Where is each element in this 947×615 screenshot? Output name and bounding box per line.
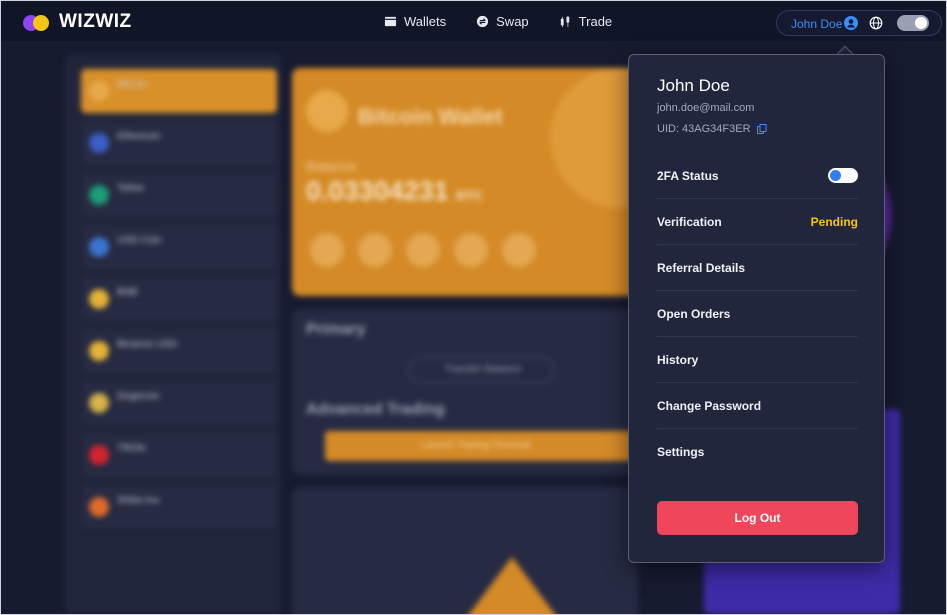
deposit-button[interactable] [310, 233, 344, 267]
profile-uid: UID: 43AG34F3ER [657, 123, 767, 135]
menu-item-2fa-status[interactable]: 2FA Status [657, 153, 858, 199]
menu-item-label: Open Orders [657, 306, 731, 321]
coin-row-bitcoin[interactable]: Bitcoin [81, 69, 277, 113]
coin-row-tether[interactable]: Tether [81, 173, 277, 217]
price-chart-area [452, 557, 572, 614]
coin-name: Binance USD [117, 339, 178, 350]
user-circle-icon[interactable] [844, 16, 858, 30]
coin-row-tron[interactable]: TRON [81, 433, 277, 477]
coin-name: Tether [117, 183, 145, 194]
main-nav: Wallets Swap Trade [384, 14, 612, 29]
brand-name: WIZWIZ [59, 11, 132, 32]
profile-email: john.doe@mail.com [657, 102, 755, 114]
tether-icon [89, 185, 109, 205]
balance-value: 0.03304231 BTC [306, 176, 483, 207]
coin-name: Bitcoin [117, 79, 148, 90]
bitcoin-wallet-card: Bitcoin Wallet Balance 0.03304231 BTC [292, 68, 690, 296]
nav-trade-label: Trade [578, 14, 613, 29]
launch-label: Launch Trading Terminal [421, 440, 531, 451]
wizwiz-logo-icon [23, 12, 53, 32]
primary-balance-card: Primary Transfer Balance Advanced Tradin… [292, 309, 645, 475]
coin-name: Shiba Inu [117, 495, 160, 506]
nav-wallets[interactable]: Wallets [384, 14, 446, 29]
log-out-button[interactable]: Log Out [657, 501, 858, 535]
brand-logo[interactable]: WIZWIZ [23, 11, 132, 33]
menu-item-label: Verification [657, 214, 722, 229]
bitcoin-icon [89, 81, 109, 101]
coin-row-bnb[interactable]: BNB [81, 277, 277, 321]
top-navbar: WIZWIZ Wallets Swap Trade John Doe [1, 1, 946, 41]
nav-swap-label: Swap [496, 14, 529, 29]
nav-trade[interactable]: Trade [559, 14, 612, 29]
coin-name: BNB [117, 287, 138, 298]
menu-item-settings[interactable]: Settings [657, 429, 858, 475]
menu-item-label: 2FA Status [657, 168, 719, 183]
send-button[interactable] [502, 233, 536, 267]
menu-item-label: Referral Details [657, 260, 746, 275]
coin-row-ethereum[interactable]: Ethereum [81, 121, 277, 165]
balance-amount: 0.03304231 [306, 176, 449, 206]
menu-item-change-password[interactable]: Change Password [657, 383, 858, 429]
sell-button[interactable] [454, 233, 488, 267]
coin-list-panel: Bitcoin Ethereum Tether USD Coin BNB Bin… [65, 55, 281, 614]
primary-label: Primary [306, 321, 366, 338]
binance-usd-icon [89, 341, 109, 361]
bitcoin-icon [306, 90, 348, 132]
buy-button[interactable] [406, 233, 440, 267]
verification-status-badge: Pending [810, 214, 858, 229]
globe-icon[interactable] [869, 16, 883, 30]
menu-item-referral-details[interactable]: Referral Details [657, 245, 858, 291]
launch-trading-terminal-button[interactable]: Launch Trading Terminal [325, 431, 645, 461]
2fa-toggle[interactable] [828, 168, 858, 183]
wallet-title: Bitcoin Wallet [358, 104, 503, 129]
coin-row-shiba-inu[interactable]: Shiba Inu [81, 485, 277, 529]
dogecoin-icon [89, 393, 109, 413]
bnb-icon [89, 289, 109, 309]
coin-row-binance-usd[interactable]: Binance USD [81, 329, 277, 373]
coin-name: Dogecoin [117, 391, 160, 402]
user-menu-button[interactable]: John Doe [791, 17, 842, 31]
candlestick-icon [560, 15, 569, 28]
menu-item-label: Settings [657, 445, 705, 459]
transfer-label: Transfer Balance [445, 364, 521, 375]
shiba-inu-icon [89, 497, 109, 517]
swap-button[interactable] [358, 233, 392, 267]
transfer-balance-button[interactable]: Transfer Balance [408, 357, 554, 383]
swap-icon [477, 15, 489, 28]
menu-item-label: Change Password [657, 398, 762, 413]
theme-toggle[interactable] [897, 15, 929, 31]
coin-name: USD Coin [117, 235, 162, 246]
coin-name: Ethereum [117, 131, 161, 142]
user-dropdown-menu: John Doe john.doe@mail.com UID: 43AG34F3… [628, 54, 885, 563]
user-menu-pill: John Doe [776, 10, 942, 36]
coin-row-usd-coin[interactable]: USD Coin [81, 225, 277, 269]
balance-unit: BTC [456, 188, 483, 203]
sun-icon [915, 17, 927, 29]
menu-item-history[interactable]: History [657, 337, 858, 383]
usd-coin-icon [89, 237, 109, 257]
wallet-actions [310, 233, 536, 267]
price-chart-card [292, 487, 638, 614]
coin-name: TRON [117, 443, 146, 454]
nav-swap[interactable]: Swap [476, 14, 529, 29]
menu-item-verification[interactable]: Verification Pending [657, 199, 858, 245]
ethereum-icon [89, 133, 109, 153]
tron-icon [89, 445, 109, 465]
copy-icon[interactable] [756, 124, 767, 134]
menu-item-label: History [657, 352, 699, 367]
menu-item-open-orders[interactable]: Open Orders [657, 291, 858, 337]
uid-text: UID: 43AG34F3ER [657, 123, 751, 135]
coin-row-dogecoin[interactable]: Dogecoin [81, 381, 277, 425]
nav-wallets-label: Wallets [404, 14, 447, 29]
balance-label: Balance [306, 158, 357, 174]
wallet-icon [384, 16, 397, 27]
profile-name: John Doe [657, 76, 730, 95]
advanced-trading-label: Advanced Trading [306, 401, 445, 418]
